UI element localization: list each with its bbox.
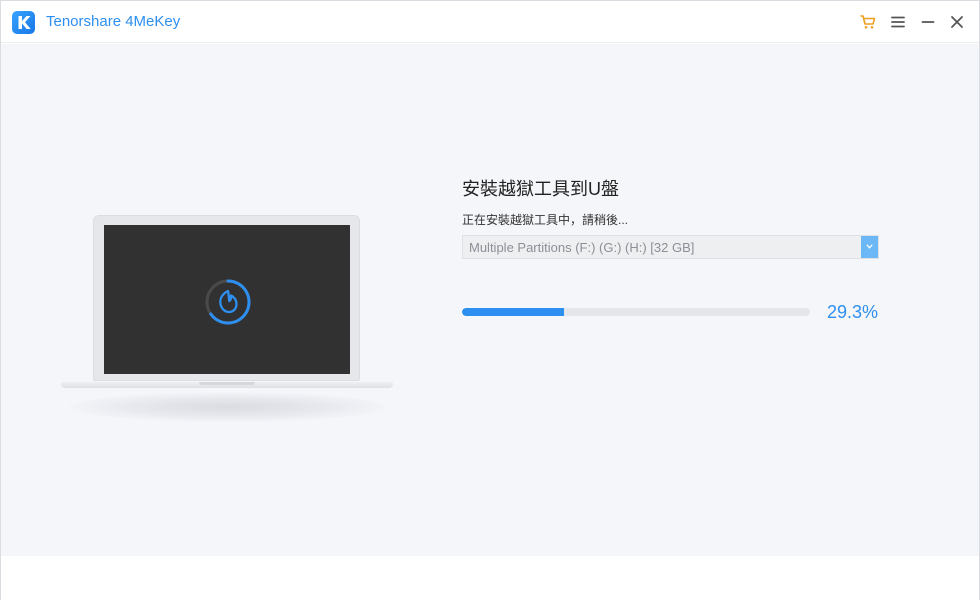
laptop-shadow <box>69 392 387 422</box>
app-title: Tenorshare 4MeKey <box>46 13 181 30</box>
title-bar: Tenorshare 4MeKey <box>1 1 979 43</box>
k-logo-icon <box>12 11 35 34</box>
jailbreak-spinner-icon <box>205 279 251 325</box>
cart-icon <box>860 15 876 29</box>
app-window: Tenorshare 4MeKey 安裝越獄工具到U盤 正在安裝越獄工具中，請稍… <box>0 0 980 600</box>
progress-percent: 29.3% <box>827 302 879 322</box>
menu-icon <box>891 16 905 28</box>
page-title: 安裝越獄工具到U盤 <box>462 179 619 199</box>
minimize-button[interactable] <box>918 12 938 32</box>
menu-button[interactable] <box>888 12 908 32</box>
progress-fill <box>462 308 564 316</box>
laptop-notch <box>199 382 255 385</box>
close-icon <box>951 16 963 28</box>
drive-select[interactable]: Multiple Partitions (F:) (G:) (H:) [32 G… <box>462 235 879 259</box>
progress-bar <box>462 308 810 316</box>
chevron-down-icon <box>866 244 873 249</box>
close-button[interactable] <box>947 12 967 32</box>
minimize-icon <box>921 21 935 23</box>
main-content: 安裝越獄工具到U盤 正在安裝越獄工具中，請稍後... Multiple Part… <box>1 44 979 556</box>
dropdown-arrow-button[interactable] <box>861 236 878 258</box>
drive-select-value: Multiple Partitions (F:) (G:) (H:) [32 G… <box>469 240 695 255</box>
cart-button[interactable] <box>858 12 878 32</box>
status-text: 正在安裝越獄工具中，請稍後... <box>462 213 629 227</box>
footer-bar <box>1 556 979 600</box>
